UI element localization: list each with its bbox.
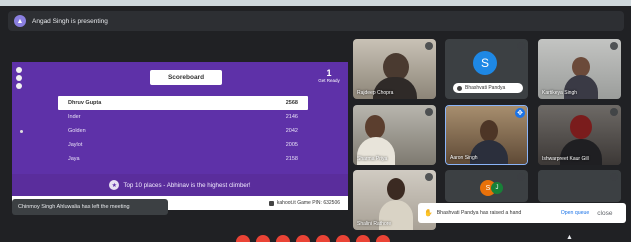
player-name: Jaya — [68, 156, 80, 162]
game-pin-text: kahoot.it Game PIN: 632506 — [276, 200, 340, 206]
kahoot-icon-3 — [16, 83, 22, 89]
top-climber-banner: ★ Top 10 places - Abhinav is the highest… — [12, 174, 348, 196]
participant-name-chip: Bhashvati Pandya — [453, 83, 523, 93]
avatar: J — [491, 182, 503, 194]
person-head — [572, 57, 590, 77]
trophy-icon: ★ — [109, 180, 120, 190]
player-name: Inder — [68, 114, 81, 120]
mic-off-icon — [425, 173, 433, 181]
mic-off-icon — [425, 108, 433, 116]
toast-text: Chinmoy Singh Ahluwalia has left the mee… — [18, 204, 130, 210]
kahoot-icon-1 — [16, 67, 22, 73]
left-meeting-toast: Chinmoy Singh Ahluwalia has left the mee… — [12, 199, 168, 215]
dot-icon — [20, 130, 23, 133]
close-button[interactable]: close — [597, 210, 612, 217]
open-queue-button[interactable]: Open queue — [561, 210, 590, 216]
pin-icon[interactable]: ✥ — [515, 108, 525, 118]
person-head — [387, 178, 405, 200]
mic-off-icon — [610, 42, 618, 50]
participant-name: Kartikeya Singh — [542, 90, 578, 96]
mic-off-icon — [610, 173, 618, 181]
scoreboard-row: Inder 2146 — [58, 110, 308, 124]
shared-screen: Scoreboard 1 Get Ready Dhruv Gupta 2568 … — [12, 62, 348, 210]
kahoot-icon-2 — [16, 75, 22, 81]
participant-name: Shalini Rathore — [357, 221, 392, 227]
scoreboard-row: Dhruv Gupta 2568 — [58, 96, 308, 110]
player-score: 2042 — [285, 128, 298, 134]
participant-tile-active-speaker[interactable]: ✥ Aaron Singh — [445, 105, 528, 165]
participant-name: Aaron Singh — [450, 155, 478, 161]
people-icon[interactable]: ▲ — [566, 234, 573, 241]
control-button[interactable] — [276, 235, 290, 242]
lock-icon — [268, 200, 274, 206]
hand-raised-icon — [457, 85, 462, 91]
control-button[interactable] — [336, 235, 350, 242]
control-button[interactable] — [376, 235, 390, 242]
player-score: 2005 — [285, 142, 298, 148]
control-button[interactable] — [316, 235, 330, 242]
end-call-button[interactable] — [296, 235, 310, 242]
participant-tile[interactable]: Kartikeya Singh — [538, 39, 621, 99]
mic-off-icon — [425, 42, 433, 50]
mic-off-icon — [517, 42, 525, 50]
control-button[interactable] — [236, 235, 250, 242]
player-score: 2568 — [285, 100, 298, 106]
control-button[interactable] — [356, 235, 370, 242]
avatar: S — [473, 51, 497, 75]
person-head — [570, 115, 592, 139]
player-score: 2158 — [285, 156, 298, 162]
scoreboard-row: Jaya 2158 — [58, 152, 308, 166]
hand-raised-toast: ✋ Bhashvati Pandya has raised a hand Ope… — [418, 203, 626, 223]
toast-text: Bhashvati Pandya has raised a hand — [436, 210, 522, 216]
participant-tile[interactable]: Rajdeep Chopra — [353, 39, 436, 99]
control-button[interactable] — [256, 235, 270, 242]
scoreboard-row: Golden 2042 — [58, 124, 308, 138]
person-head — [365, 115, 385, 139]
presenting-banner: ▲ Angad Singh is presenting — [8, 11, 624, 31]
participant-tile[interactable]: S Bhashvati Pandya — [445, 39, 528, 99]
player-name: Golden — [68, 128, 86, 134]
player-name: Dhruv Gupta — [68, 100, 102, 106]
mic-off-icon — [610, 108, 618, 116]
scoreboard-title: Scoreboard — [150, 70, 222, 85]
counter-label: Get Ready — [318, 78, 340, 83]
participant-name: Bhashvati Pandya — [465, 85, 506, 91]
participant-tile[interactable]: Sharma Priya — [353, 105, 436, 165]
participant-name: Sharma Priya — [357, 156, 388, 162]
person-head — [480, 120, 498, 142]
participant-tile[interactable] — [538, 170, 621, 202]
participant-name: Ishwarpreet Kaur Gill — [542, 156, 589, 162]
banner-text: Top 10 places - Abhinav is the highest c… — [123, 181, 251, 189]
participant-tile[interactable]: Ishwarpreet Kaur Gill — [538, 105, 621, 165]
meet-window: ▲ Angad Singh is presenting Scoreboard 1… — [0, 0, 631, 242]
hand-icon: ✋ — [424, 210, 433, 217]
scoreboard-row: Jaylot 2005 — [58, 138, 308, 152]
present-icon: ▲ — [14, 15, 26, 27]
presenting-text: Angad Singh is presenting — [32, 17, 108, 25]
player-name: Jaylot — [68, 142, 83, 148]
player-score: 2146 — [285, 114, 298, 120]
window-top-edge — [0, 0, 631, 6]
mic-off-icon — [517, 173, 525, 181]
video-feed — [538, 170, 621, 202]
get-ready-counter: 1 Get Ready — [314, 68, 344, 83]
kahoot-side-icons — [16, 67, 22, 89]
participant-tile[interactable]: S J — [445, 170, 528, 202]
participant-name: Rajdeep Chopra — [357, 90, 394, 96]
counter-value: 1 — [326, 68, 332, 78]
scoreboard-list: Dhruv Gupta 2568 Inder 2146 Golden 2042 … — [58, 96, 308, 166]
kahoot-scoreboard: Scoreboard 1 Get Ready Dhruv Gupta 2568 … — [12, 62, 348, 174]
